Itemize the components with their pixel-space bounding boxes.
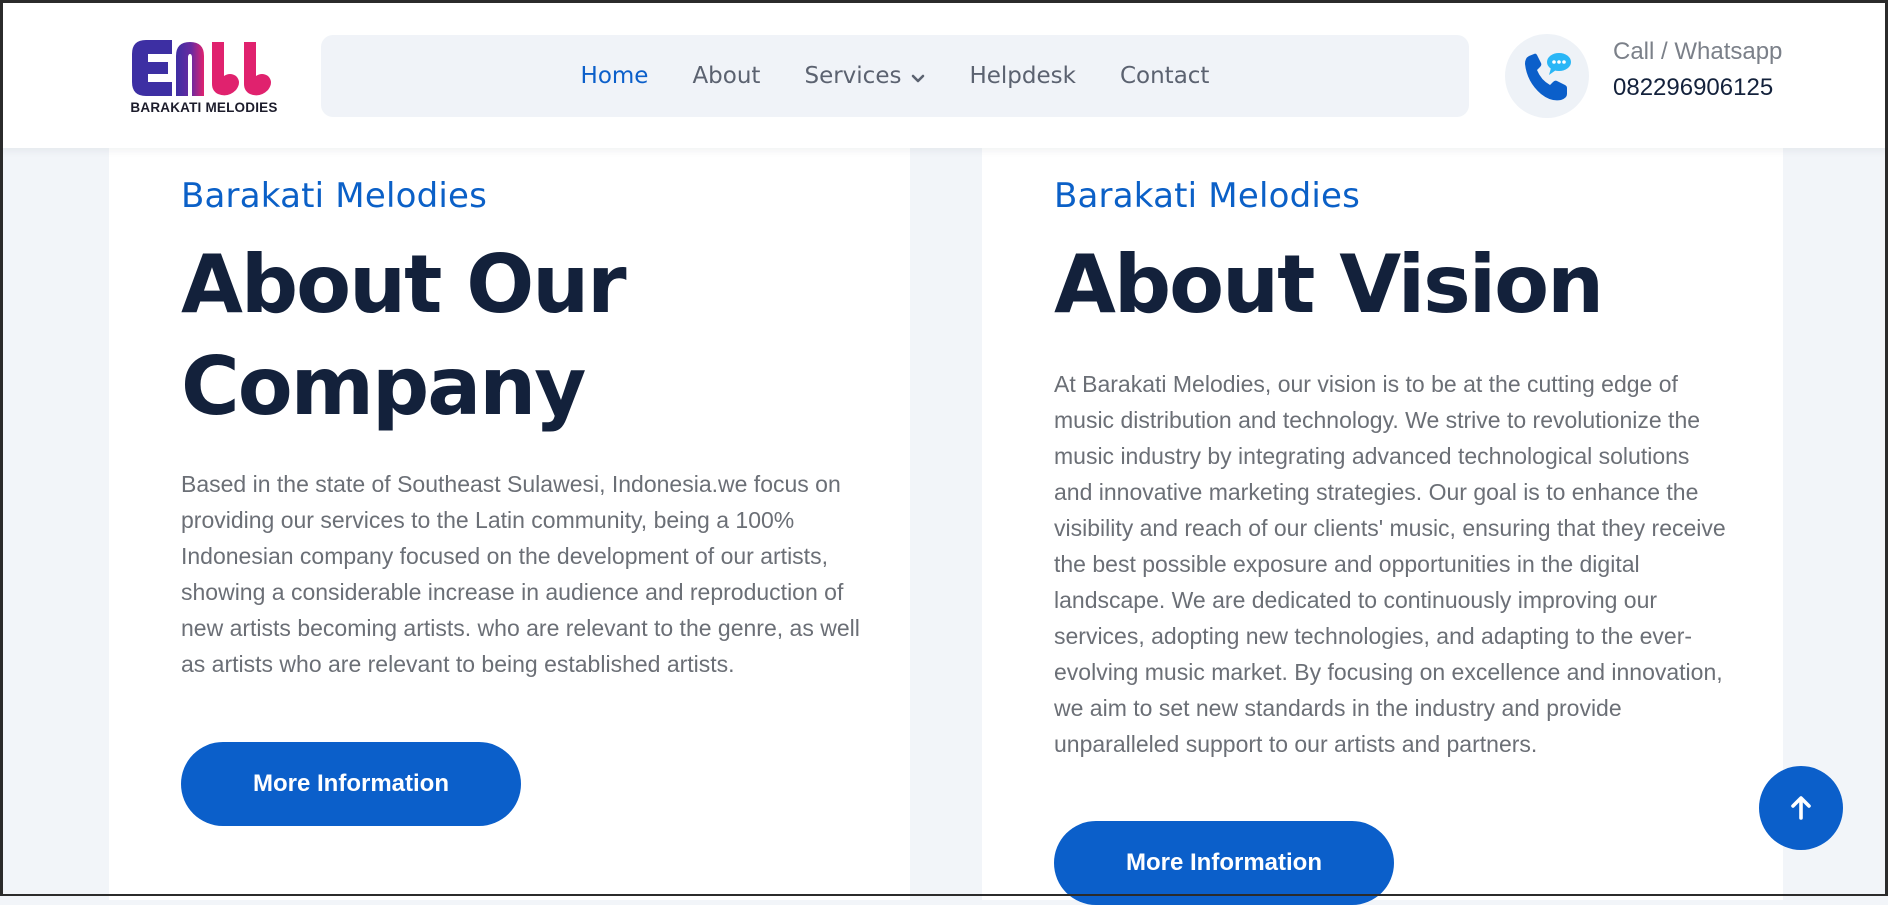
nav-item-label: Home [580,63,649,89]
call-number[interactable]: 082296906125 [1613,74,1773,102]
section-eyebrow: Barakati Melodies [181,176,488,216]
section-eyebrow: Barakati Melodies [1054,176,1361,216]
nav-item-contact[interactable]: Contact [1120,63,1209,89]
nav-item-about[interactable]: About [692,63,760,89]
more-information-button[interactable]: More Information [1054,821,1394,905]
nav-item-label: Contact [1119,63,1210,89]
nav-item-label: Services [804,63,902,89]
about-company-card: Barakati Melodies About Our Company Base… [109,140,910,900]
nav-item-helpdesk[interactable]: Helpdesk [969,63,1076,89]
section-title: About Our Company [181,238,627,433]
nav-item-label: About [692,63,761,89]
more-information-button[interactable]: More Information [181,742,521,826]
chevron-down-icon [911,64,925,90]
nav-item-home[interactable]: Home [581,63,649,89]
scroll-to-top-button[interactable] [1759,766,1843,850]
section-title: About Vision [1054,238,1604,331]
section-body: At Barakati Melodies, our vision is to b… [1054,371,1726,757]
call-label: Call / Whatsapp [1613,38,1783,65]
site-header: BARAKATI MELODIES Home About Services He… [0,0,1888,148]
section-body: Based in the state of Southeast Sulawesi… [181,471,860,677]
phone-button[interactable] [1505,34,1589,118]
nav-item-services[interactable]: Services [804,62,925,90]
main-nav: Home About Services Helpdesk Contact [321,35,1469,117]
about-vision-card: Barakati Melodies About Vision At Baraka… [982,140,1783,905]
logo-wordmark: BARAKATI MELODIES [130,100,278,115]
phone-chat-icon [1525,53,1571,101]
nav-item-label: Helpdesk [969,63,1076,89]
arrow-up-icon [1791,796,1811,820]
